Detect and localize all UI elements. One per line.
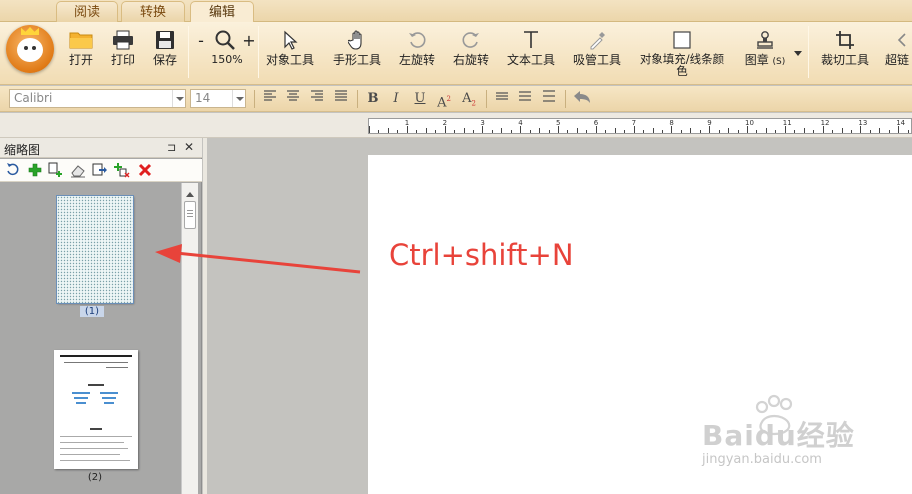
watermark-brand: Baidu经验 [702,419,855,452]
watermark-url: jingyan.baidu.com [702,452,822,467]
baidu-watermark: Baidu经验 jingyan.baidu.com [702,392,902,472]
shortcut-annotation: Ctrl+shift+N [389,238,574,272]
